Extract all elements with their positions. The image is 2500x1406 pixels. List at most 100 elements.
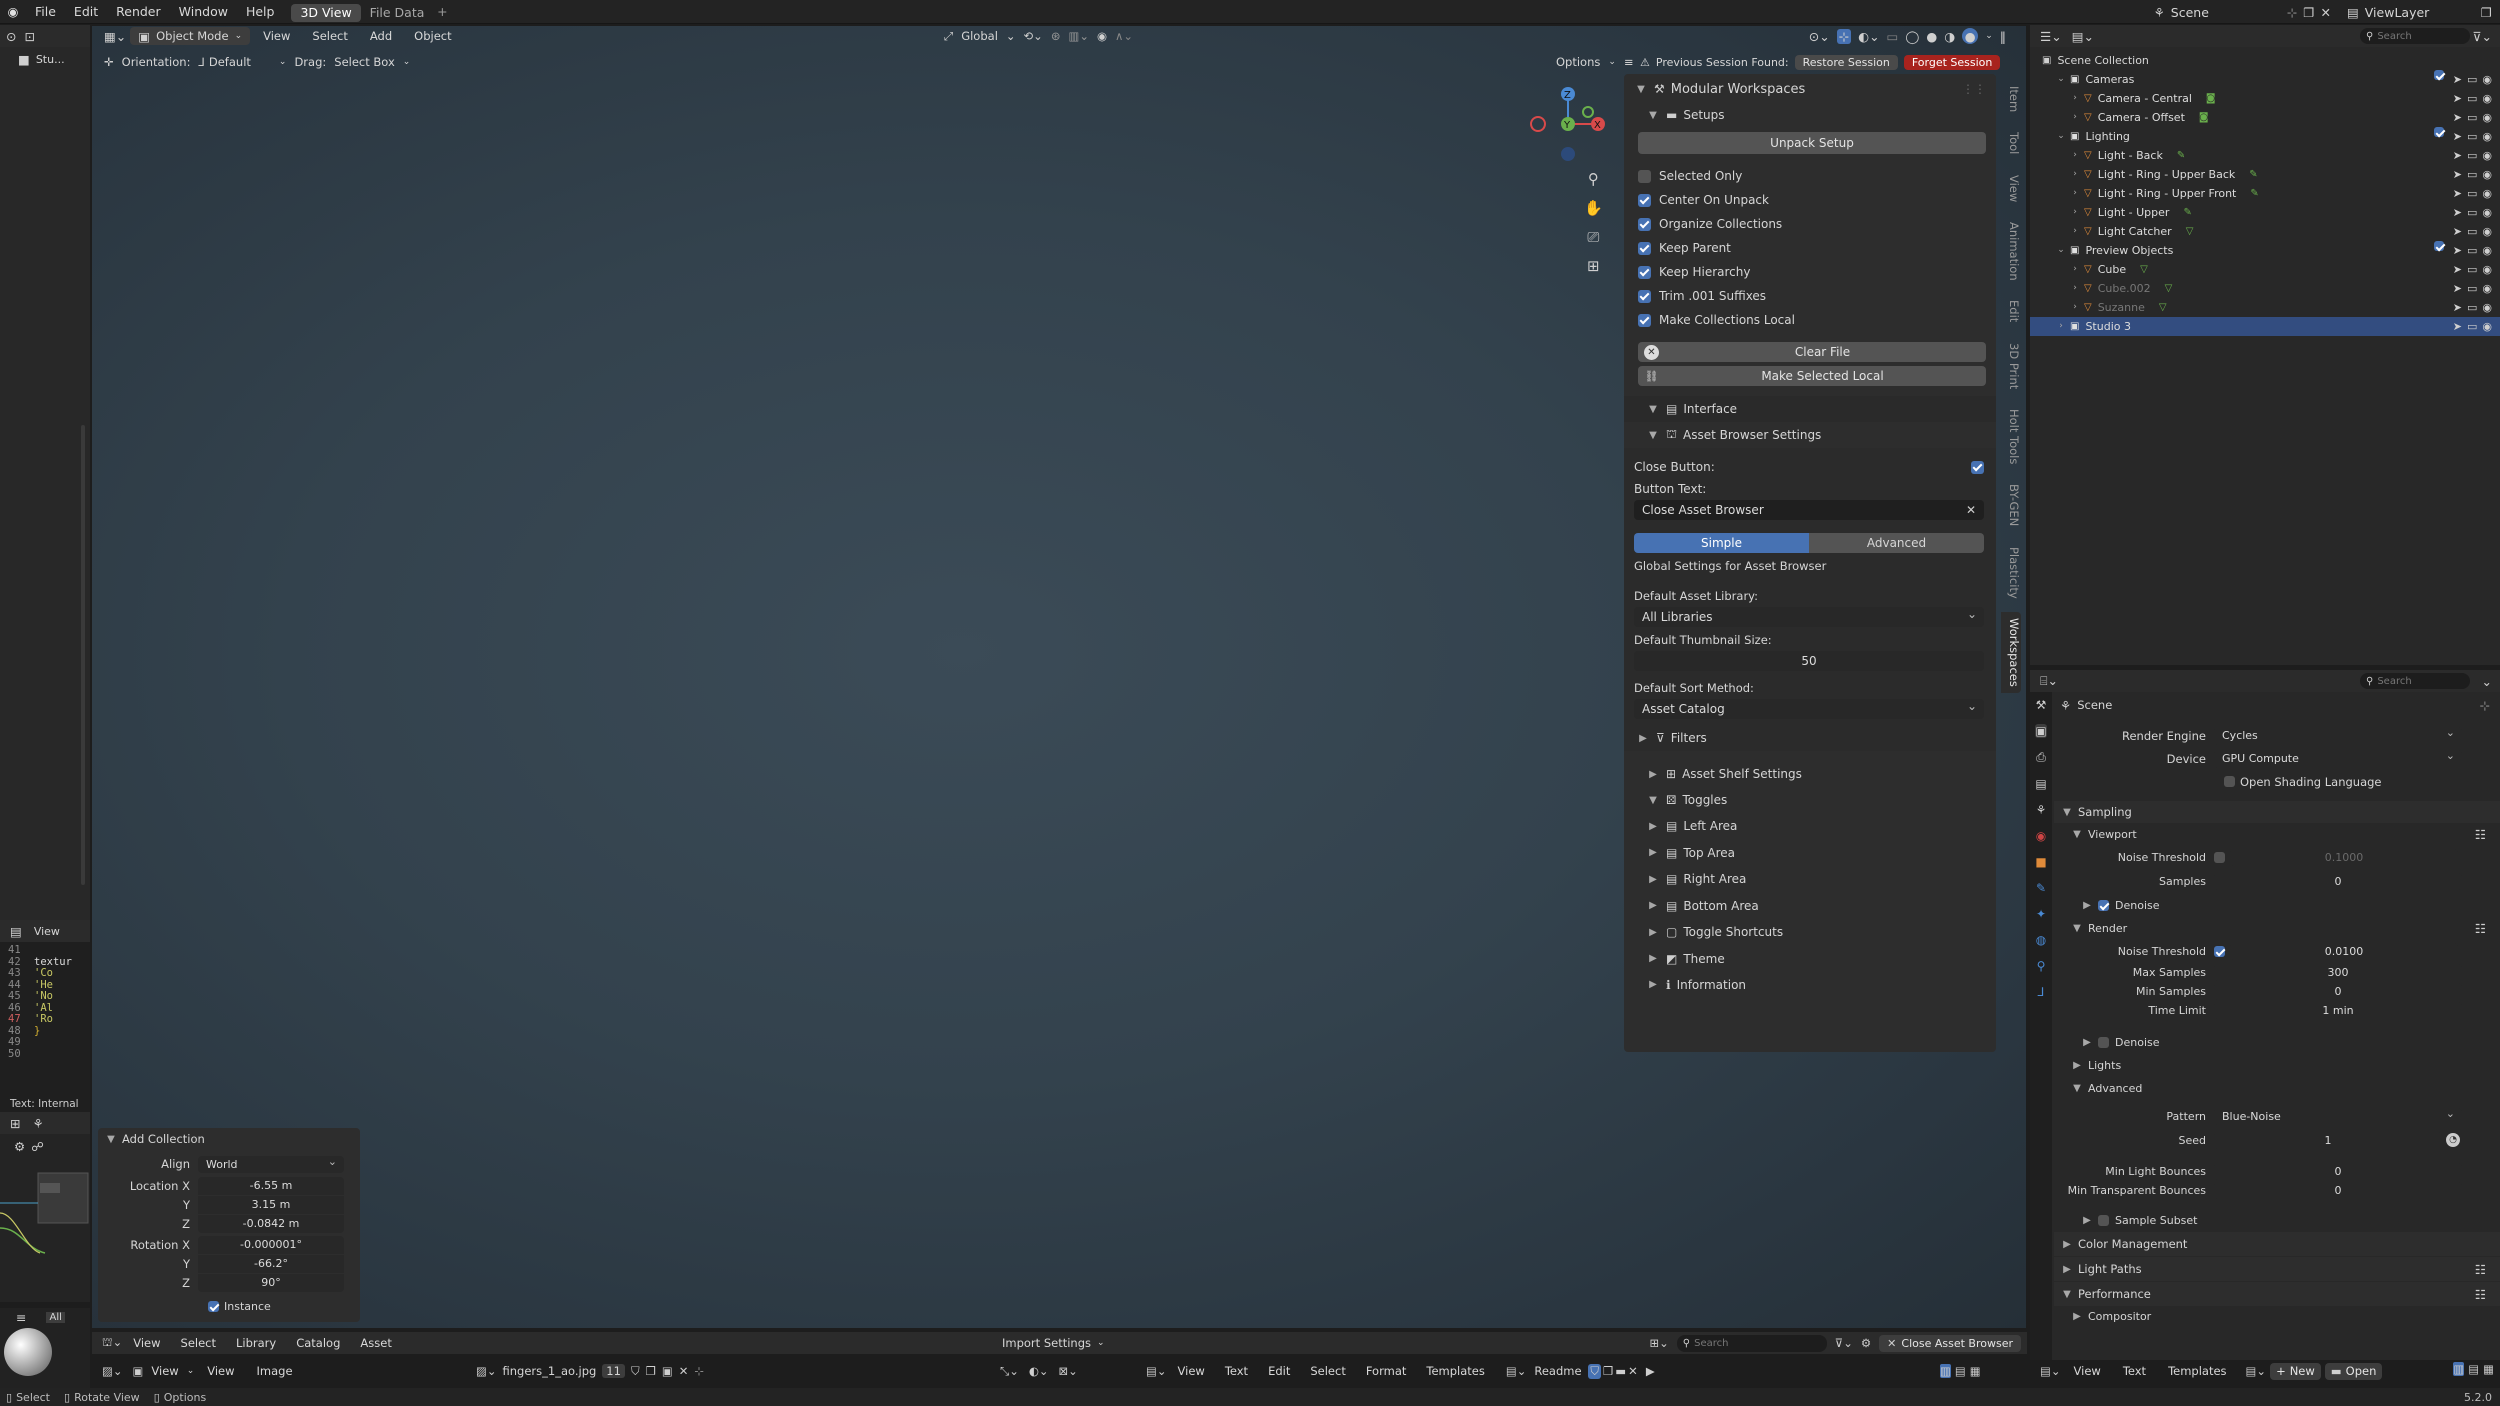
menu-view[interactable]: View [254,24,299,48]
drag-dropdown[interactable]: Select Box ⌄ [334,55,410,69]
instance-option[interactable]: Instance [98,1296,360,1316]
restore-session-button[interactable]: Restore Session [1794,54,1898,70]
expand-chevron-icon[interactable]: › [2068,260,2082,279]
expand-chevron-icon[interactable]: › [2068,89,2082,108]
render-toggle-icon[interactable]: ◉ [2482,298,2492,317]
simple-toggle[interactable]: Simple [1634,533,1809,553]
copy-scene-icon[interactable]: ❐ [2303,5,2314,20]
sidebar-tab-view[interactable]: View [2001,169,2021,208]
option-selected-only[interactable]: Selected Only [1638,164,1986,188]
expand-chevron-icon[interactable]: › [2068,184,2082,203]
uv-sync-icon[interactable]: ⤡⌄ [1000,1364,1019,1379]
select-toggle-icon[interactable]: ➤ [2453,298,2462,317]
sampling-header[interactable]: ▼ Sampling [2054,801,2500,823]
visibility-toggle-icon[interactable]: ▭ [2467,127,2477,146]
select-toggle-icon[interactable]: ➤ [2453,317,2462,336]
visibility-toggle-icon[interactable]: ▭ [2467,241,2477,260]
option-trim-001-suffixes[interactable]: Trim .001 Suffixes [1638,284,1986,308]
editor-type-icon[interactable]: ⊙ [6,29,16,44]
text-editor-icon[interactable]: ▤⌄ [2040,1364,2061,1378]
render-engine-dropdown[interactable]: Cycles [2214,724,2462,745]
render-toggle-icon[interactable]: ◉ [2482,165,2492,184]
text-browse-icon[interactable]: ▤⌄ [1506,1364,1527,1378]
text-menu-templates[interactable]: Templates [1417,1359,1493,1383]
folder-icon[interactable]: ▬ [1615,1364,1626,1378]
text-editor-icon[interactable]: ▤⌄ [1146,1364,1167,1378]
copy-layer-icon[interactable]: ❐ [2481,5,2492,20]
toggle-item-toggle-shortcuts[interactable]: ▶ ▢ Toggle Shortcuts [1624,919,1996,946]
menu-edit[interactable]: Edit [65,0,107,24]
default-library-dropdown[interactable]: All Libraries [1634,604,1984,627]
collapse-chevron-icon[interactable]: ⌄ [2054,241,2068,260]
close-button-checkbox[interactable] [1971,460,1984,474]
text-menu-select[interactable]: Select [1301,1359,1354,1383]
shading-rendered-icon[interactable]: ● [1962,28,1979,44]
forget-session-button[interactable]: Forget Session [1903,54,2001,70]
thumbnail-size-field[interactable]: 50 [1634,651,1984,671]
filter-icon[interactable]: ⊽⌄ [1835,1336,1853,1350]
editor-type-icon[interactable]: ▦⌄ [104,29,126,44]
sidebar-tab-edit[interactable]: Edit [2001,294,2021,328]
blender-logo-icon[interactable]: ◉ [0,4,26,19]
collapse-chevron-icon[interactable]: ⌄ [2054,70,2068,89]
light-paths-header[interactable]: ▶ Light Paths ☷ [2054,1257,2500,1281]
theme-header[interactable]: ▶ ◩ Theme [1624,946,1996,972]
option-checkbox[interactable] [1638,313,1651,327]
performance-header[interactable]: ▼ Performance ☷ [2054,1282,2500,1306]
text-menu-view[interactable]: View [1169,1359,1214,1383]
menu-window[interactable]: Window [170,0,237,24]
location-x-field[interactable]: -6.55 m [198,1176,344,1195]
pin-icon[interactable]: ⊹ [2287,5,2297,20]
vp-denoise-row[interactable]: ▶ Denoise [2054,893,2500,917]
list-icon[interactable]: ≡ [16,1310,26,1325]
sidebar-tab-plasticity[interactable]: Plasticity [2001,541,2021,605]
nodes-icon[interactable]: ⚙ [14,1139,25,1154]
select-toggle-icon[interactable]: ➤ [2453,127,2462,146]
expand-chevron-icon[interactable]: › [2068,222,2082,241]
interface-subpanel-header[interactable]: ▼ ▤ Interface [1624,396,1996,422]
osl-checkbox[interactable] [2224,776,2235,787]
modular-workspaces-header[interactable]: ▼ ⚒ Modular Workspaces ⋮⋮ [1624,74,1996,104]
option-organize-collections[interactable]: Organize Collections [1638,212,1986,236]
render-toggle-icon[interactable]: ◉ [2482,146,2492,165]
copy-icon[interactable]: ❐ [1603,1364,1613,1378]
properties-search[interactable]: ⚲ Search [2360,673,2470,689]
visibility-toggle-icon[interactable]: ▭ [2467,70,2477,89]
zoom-icon[interactable]: ⚲ [1584,170,1603,188]
instance-checkbox[interactable] [208,1300,219,1312]
falloff-icon[interactable]: ∧⌄ [1115,29,1133,43]
vp-denoise-checkbox[interactable] [2098,899,2109,911]
rotation-x-field[interactable]: -0.000001° [198,1235,344,1254]
clock-icon[interactable]: ◔ [2446,1133,2460,1147]
dropdown-icon[interactable]: ⌄ [2482,674,2492,689]
render-toggle-icon[interactable]: ◉ [2482,70,2492,89]
render-toggle-icon[interactable]: ◉ [2482,127,2492,146]
expand-chevron-icon[interactable]: › [2068,298,2082,317]
add-collection-header[interactable]: ▼ Add Collection [98,1128,360,1150]
outliner-row-cube[interactable]: › ▽ Cube ▽ ➤ ▭ ◉ [2030,260,2500,279]
settings-gear-icon[interactable]: ⚙ [1861,1336,1871,1350]
r-denoise-row[interactable]: ▶ Denoise [2054,1030,2500,1054]
select-toggle-icon[interactable]: ➤ [2453,70,2462,89]
text-browse-icon[interactable]: ▤⌄ [2246,1364,2267,1378]
toggle-item-bottom-area[interactable]: ▶ ▤ Bottom Area [1624,893,1996,920]
unpack-setup-button[interactable]: Unpack Setup [1638,132,1986,154]
visibility-toggle-icon[interactable]: ▭ [2467,165,2477,184]
min-samples-field[interactable]: 0 [2214,983,2462,1000]
outliner-row-camera-offset[interactable]: › ▽ Camera - Offset ◙ ➤ ▭ ◉ [2030,108,2500,127]
text-menu-format[interactable]: Format [1357,1359,1416,1383]
asset-menu-asset[interactable]: Asset [351,1331,400,1355]
render-tab-icon[interactable]: ▣ [2035,724,2047,738]
overlay-icon[interactable]: ◐⌄ [1029,1364,1049,1378]
code-line[interactable]: 'No [34,990,53,1003]
asset-browser-editor-icon[interactable]: ⛫⌄ [102,1335,122,1351]
clear-text-icon[interactable]: ✕ [1966,500,1976,520]
render-toggle-icon[interactable]: ◉ [2482,203,2492,222]
output-tab-icon[interactable]: ⎙ [2036,750,2046,765]
image-browse-icon[interactable]: ▨⌄ [476,1364,497,1378]
ortho-grid-icon[interactable]: ⊞ [1584,257,1603,275]
sample-subset-checkbox[interactable] [2098,1214,2109,1226]
sidebar-tab-3d-print[interactable]: 3D Print [2001,337,2021,395]
display-channels-icon[interactable]: ⊠⌄ [1059,1364,1078,1378]
presets-icon[interactable]: ☷ [2475,921,2486,936]
